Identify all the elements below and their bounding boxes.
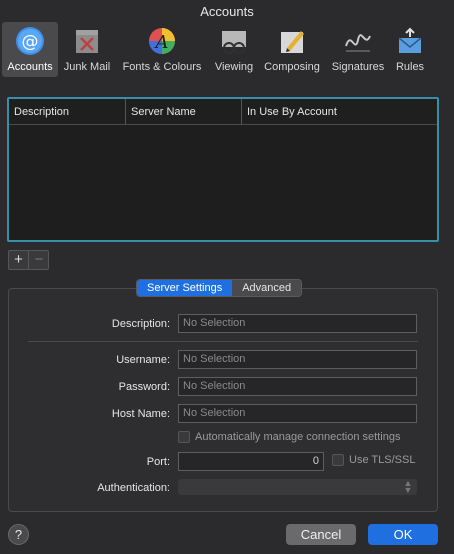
column-header-in-use-by-account[interactable]: In Use By Account — [241, 99, 437, 125]
username-field[interactable]: No Selection — [178, 350, 417, 369]
tls-label: Use TLS/SSL — [349, 454, 416, 466]
remove-account-button[interactable]: − — [29, 251, 49, 269]
tab-fonts-colours-label: Fonts & Colours — [122, 61, 202, 73]
chevron-updown-icon: ▲ ▼ — [403, 478, 413, 495]
port-field[interactable]: 0 — [178, 452, 324, 471]
svg-text:A: A — [154, 32, 169, 53]
form-divider — [28, 341, 418, 342]
tab-viewing[interactable]: Viewing — [210, 22, 258, 77]
tab-rules[interactable]: Rules — [392, 22, 428, 77]
column-header-description[interactable]: Description — [9, 99, 126, 125]
tab-junk-mail[interactable]: Junk Mail — [60, 22, 114, 77]
auto-manage-label: Automatically manage connection settings — [195, 431, 401, 443]
authentication-label: Authentication: — [97, 482, 170, 494]
tab-accounts[interactable]: @ Accounts — [2, 22, 58, 77]
tab-rules-label: Rules — [395, 61, 425, 73]
port-label: Port: — [146, 456, 170, 468]
tab-signatures[interactable]: Signatures — [326, 22, 390, 77]
hostname-field[interactable]: No Selection — [178, 404, 417, 423]
help-button[interactable]: ? — [8, 524, 29, 545]
cancel-button[interactable]: Cancel — [286, 524, 356, 545]
tab-server-settings[interactable]: Server Settings — [137, 280, 233, 296]
accounts-table[interactable]: Description Server Name In Use By Accoun… — [7, 97, 439, 242]
composing-pencil-icon — [277, 26, 307, 56]
at-sign-icon: @ — [15, 26, 45, 56]
svg-text:@: @ — [22, 32, 39, 52]
tab-signatures-label: Signatures — [331, 61, 385, 73]
window-title: Accounts — [200, 4, 254, 19]
tab-viewing-label: Viewing — [214, 61, 254, 73]
settings-tab-control: Server Settings Advanced — [136, 279, 303, 297]
username-label: Username: — [116, 354, 170, 366]
hostname-label: Host Name: — [111, 408, 170, 420]
password-label: Password: — [118, 381, 170, 393]
column-header-server-name[interactable]: Server Name — [125, 99, 241, 125]
viewing-glasses-icon — [219, 26, 249, 56]
fonts-colours-icon: A — [147, 26, 177, 56]
description-label: Description: — [111, 318, 170, 330]
tab-accounts-label: Accounts — [7, 61, 53, 73]
ok-button[interactable]: OK — [368, 524, 438, 545]
description-field[interactable]: No Selection — [178, 314, 417, 333]
accounts-table-header: Description Server Name In Use By Accoun… — [9, 99, 437, 125]
add-remove-control: + − — [8, 250, 49, 270]
junk-mail-icon — [72, 26, 102, 56]
password-field[interactable]: No Selection — [178, 377, 417, 396]
preferences-toolbar: @ Accounts Junk Mail A Fonts & Colours V… — [0, 22, 454, 78]
authentication-select[interactable]: ▲ ▼ — [178, 479, 417, 495]
rules-envelope-icon — [395, 26, 425, 56]
tab-composing[interactable]: Composing — [260, 22, 324, 77]
auto-manage-checkbox[interactable] — [178, 431, 190, 443]
signature-icon — [343, 26, 373, 56]
tab-fonts-colours[interactable]: A Fonts & Colours — [116, 22, 208, 77]
tab-junk-mail-label: Junk Mail — [63, 61, 111, 73]
add-account-button[interactable]: + — [9, 251, 29, 269]
tab-advanced[interactable]: Advanced — [232, 280, 302, 296]
tab-composing-label: Composing — [264, 61, 320, 73]
tls-checkbox[interactable] — [332, 454, 344, 466]
